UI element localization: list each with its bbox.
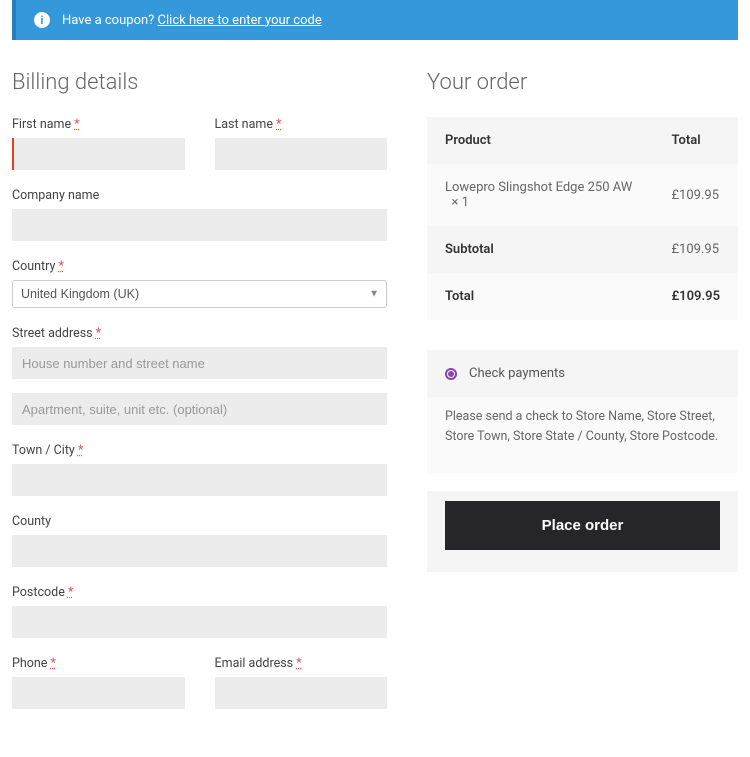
billing-heading: Billing details <box>12 70 387 95</box>
last-name-label: Last name * <box>215 117 388 132</box>
product-total: £109.95 <box>653 164 738 226</box>
coupon-link[interactable]: Click here to enter your code <box>158 13 322 28</box>
street-address-2-input[interactable] <box>12 393 387 425</box>
town-input[interactable] <box>12 464 387 496</box>
total-value: £109.95 <box>653 273 738 320</box>
payment-method-label: Check payments <box>469 366 565 381</box>
payment-method-check[interactable]: Check payments <box>427 350 738 397</box>
email-input[interactable] <box>215 677 388 709</box>
company-input[interactable] <box>12 209 387 241</box>
order-item-row: Lowepro Slingshot Edge 250 AW × 1 £109.9… <box>427 164 738 226</box>
county-input[interactable] <box>12 535 387 567</box>
country-select[interactable]: United Kingdom (UK) <box>12 280 387 308</box>
first-name-label: First name * <box>12 117 185 132</box>
postcode-label: Postcode * <box>12 585 387 600</box>
payment-description: Please send a check to Store Name, Store… <box>427 397 738 473</box>
town-label: Town / City * <box>12 443 387 458</box>
order-review-table: Product Total Lowepro Slingshot Edge 250… <box>427 117 738 320</box>
last-name-input[interactable] <box>215 138 388 170</box>
phone-input[interactable] <box>12 677 185 709</box>
total-row: Total £109.95 <box>427 273 738 320</box>
subtotal-label: Subtotal <box>427 226 653 273</box>
total-label: Total <box>427 273 653 320</box>
subtotal-value: £109.95 <box>653 226 738 273</box>
info-icon: i <box>34 12 50 28</box>
first-name-input[interactable] <box>12 138 185 170</box>
col-product: Product <box>427 117 653 164</box>
subtotal-row: Subtotal £109.95 <box>427 226 738 273</box>
country-label: Country * <box>12 259 387 274</box>
product-name: Lowepro Slingshot Edge 250 AW <box>445 180 632 195</box>
place-order-section: Place order <box>427 491 738 572</box>
coupon-banner: i Have a coupon? Click here to enter you… <box>12 0 738 40</box>
postcode-input[interactable] <box>12 606 387 638</box>
street-address-1-input[interactable] <box>12 347 387 379</box>
company-label: Company name <box>12 188 387 203</box>
product-qty: × 1 <box>445 195 469 210</box>
place-order-button[interactable]: Place order <box>445 501 720 550</box>
county-label: County <box>12 514 387 529</box>
col-total: Total <box>653 117 738 164</box>
street-label: Street address * <box>12 326 387 341</box>
payment-box: Check payments Please send a check to St… <box>427 350 738 473</box>
coupon-prompt: Have a coupon? <box>62 13 154 28</box>
order-heading: Your order <box>427 70 738 95</box>
radio-checked-icon <box>445 368 457 380</box>
